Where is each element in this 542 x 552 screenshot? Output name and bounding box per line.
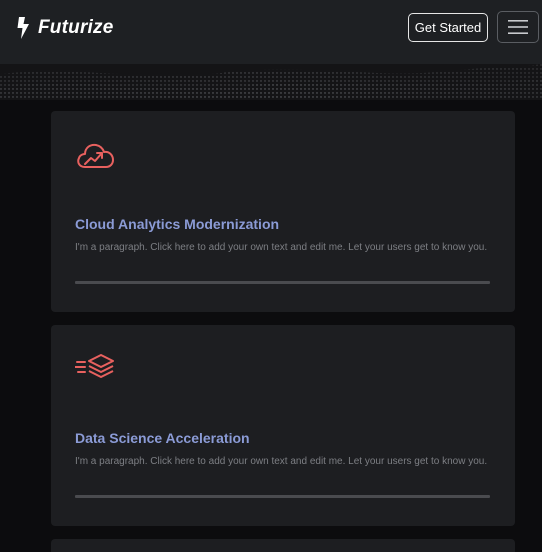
card-divider [75,495,490,498]
get-started-button[interactable]: Get Started [408,13,488,42]
card-title[interactable]: Data Science Acceleration [75,430,250,446]
service-card-data-science: Data Science Acceleration I'm a paragrap… [51,325,515,526]
service-card-cloud-analytics: Cloud Analytics Modernization I'm a para… [51,111,515,312]
hamburger-menu-button[interactable] [497,11,539,43]
hero-particle-banner [0,64,542,100]
service-card-partial [51,539,515,552]
hamburger-icon [508,20,528,34]
site-header: Futurize Get Started [0,0,542,64]
brand-logo[interactable]: Futurize [16,15,114,41]
card-paragraph: I'm a paragraph. Click here to add your … [75,456,488,467]
layers-speed-icon [75,354,114,378]
card-title[interactable]: Cloud Analytics Modernization [75,216,279,232]
lightning-bolt-icon [17,17,29,39]
cloud-analytics-icon [77,143,114,168]
particle-wave-graphic [0,64,542,100]
page: Futurize Get Started Cloud Analytics Mod… [0,0,542,552]
card-divider [75,281,490,284]
brand-name: Futurize [38,17,114,38]
card-paragraph: I'm a paragraph. Click here to add your … [75,242,488,253]
